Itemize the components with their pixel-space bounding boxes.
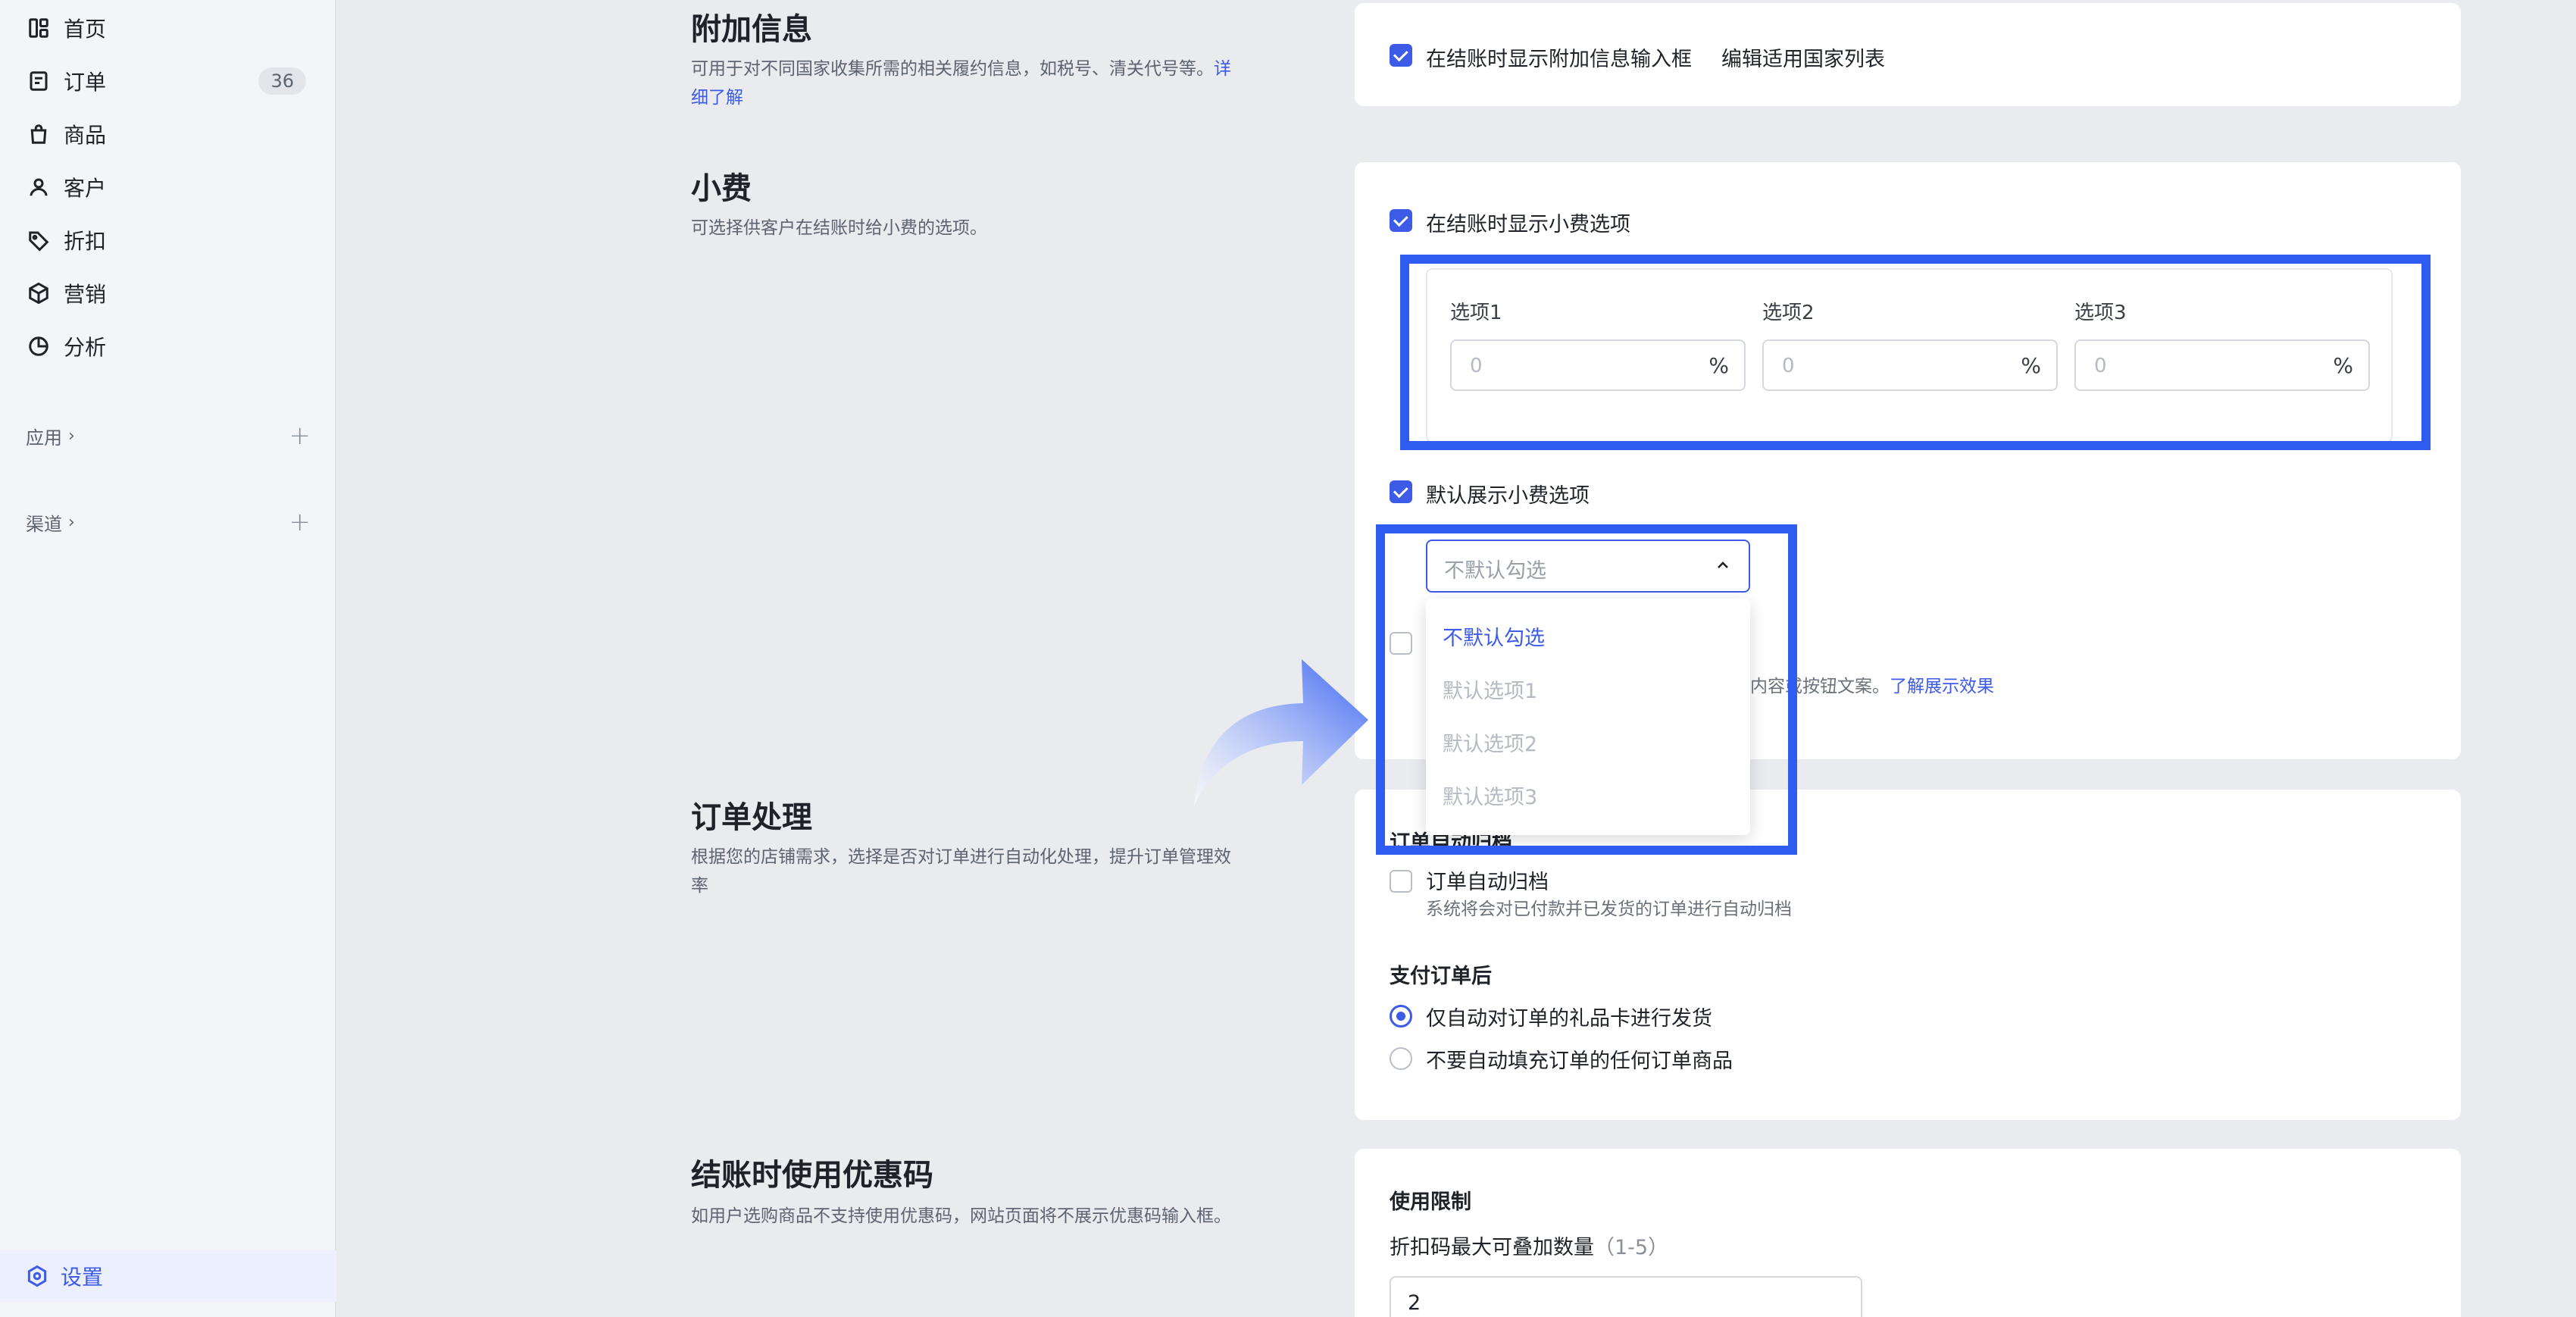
section-desc-order-processing: 根据您的店铺需求，选择是否对订单进行自动化处理，提升订单管理效率	[691, 847, 1231, 896]
sidebar-item-label: 营销	[64, 282, 107, 307]
card-additional-info: 在结账时显示附加信息输入框 编辑适用国家列表	[1355, 3, 2461, 106]
sidebar-item-label: 折扣	[64, 229, 107, 254]
sidebar-item-label: 设置	[61, 1265, 104, 1290]
settings-icon	[27, 1265, 47, 1287]
checkbox-label: 在结账时显示小费选项	[1426, 213, 1630, 236]
radio-gift-card[interactable]	[1390, 1005, 1412, 1028]
show-tips-checkbox[interactable]	[1390, 209, 1412, 232]
section-title-coupon: 结账时使用优惠码	[691, 1158, 933, 1193]
auto-archive-checkbox[interactable]	[1390, 870, 1412, 893]
after-pay-heading: 支付订单后	[1390, 965, 1492, 988]
additional-info-checkbox[interactable]	[1390, 44, 1412, 67]
section-desc-tips: 可选择供客户在结账时给小费的选项。	[691, 218, 987, 238]
checkbox-label: 默认展示小费选项	[1426, 484, 1590, 508]
chevron-right-icon: ›	[68, 512, 75, 532]
radio-no-autofill[interactable]	[1390, 1047, 1412, 1070]
max-stack-label: 折扣码最大可叠加数量（1-5）	[1390, 1236, 1669, 1259]
sidebar-item-home[interactable]: 首页	[0, 3, 336, 53]
sidebar-item-label: 商品	[64, 123, 107, 148]
radio-label: 不要自动填充订单的任何订单商品	[1426, 1050, 1733, 1073]
pie-chart-icon	[26, 333, 52, 359]
archive-desc: 系统将会对已付款并已发货的订单进行自动归档	[1426, 899, 1792, 919]
sidebar: 首页 订单 36 商品 客户 折扣 营销 分析 应用 › + 渠道 › + 设置	[0, 0, 336, 1317]
cube-icon	[26, 280, 52, 306]
dashboard-icon	[26, 15, 52, 41]
chevron-right-icon: ›	[68, 426, 75, 446]
plus-icon[interactable]: +	[289, 421, 311, 451]
radio-label: 仅自动对订单的礼品卡进行发货	[1426, 1007, 1712, 1031]
section-desc-additional-info: 可用于对不同国家收集所需的相关履约信息，如税号、清关代号等。详细了解	[691, 59, 1231, 108]
count-badge: 36	[258, 67, 306, 95]
sidebar-item-label: 客户	[64, 176, 107, 201]
section-title-order-processing: 订单处理	[691, 800, 812, 835]
sidebar-item-label: 首页	[64, 17, 107, 42]
view-effect-link[interactable]: 了解展示效果	[1890, 677, 1994, 696]
sidebar-item-orders[interactable]: 订单 36	[0, 56, 336, 106]
default-tips-checkbox[interactable]	[1390, 480, 1412, 503]
section-title-tips: 小费	[691, 171, 752, 206]
highlight-box-default-select	[1376, 524, 1797, 855]
sidebar-item-products[interactable]: 商品	[0, 109, 336, 159]
sidebar-item-label: 分析	[64, 335, 107, 360]
max-stack-input[interactable]: 2	[1390, 1276, 1862, 1317]
limit-heading: 使用限制	[1390, 1190, 1471, 1214]
section-title-additional-info: 附加信息	[691, 12, 812, 47]
plus-icon[interactable]: +	[289, 507, 311, 537]
sidebar-group-channels[interactable]: 渠道 › +	[26, 503, 311, 541]
edit-country-list-link[interactable]: 编辑适用国家列表	[1721, 42, 1885, 72]
sidebar-group-apps[interactable]: 应用 › +	[26, 417, 311, 455]
section-desc-coupon: 如用户选购商品不支持使用优惠码，网站页面将不展示优惠码输入框。	[691, 1206, 1231, 1226]
group-label: 渠道	[26, 513, 62, 535]
group-label: 应用	[26, 427, 62, 449]
sidebar-item-analytics[interactable]: 分析	[0, 321, 336, 371]
order-icon	[26, 68, 52, 94]
checkbox-label: 在结账时显示附加信息输入框	[1426, 48, 1692, 71]
sidebar-item-settings[interactable]: 设置	[0, 1250, 336, 1302]
sidebar-item-discounts[interactable]: 折扣	[0, 215, 336, 265]
sidebar-item-customers[interactable]: 客户	[0, 162, 336, 212]
checkbox-label: 订单自动归档	[1426, 871, 1549, 894]
sidebar-item-marketing[interactable]: 营销	[0, 268, 336, 318]
user-icon	[26, 174, 52, 200]
sidebar-item-label: 订单	[64, 70, 107, 95]
shopping-bag-icon	[26, 121, 52, 147]
arrow-annotation-icon	[1194, 659, 1368, 806]
tag-icon	[26, 227, 52, 253]
highlight-box-tip-options	[1400, 255, 2431, 450]
